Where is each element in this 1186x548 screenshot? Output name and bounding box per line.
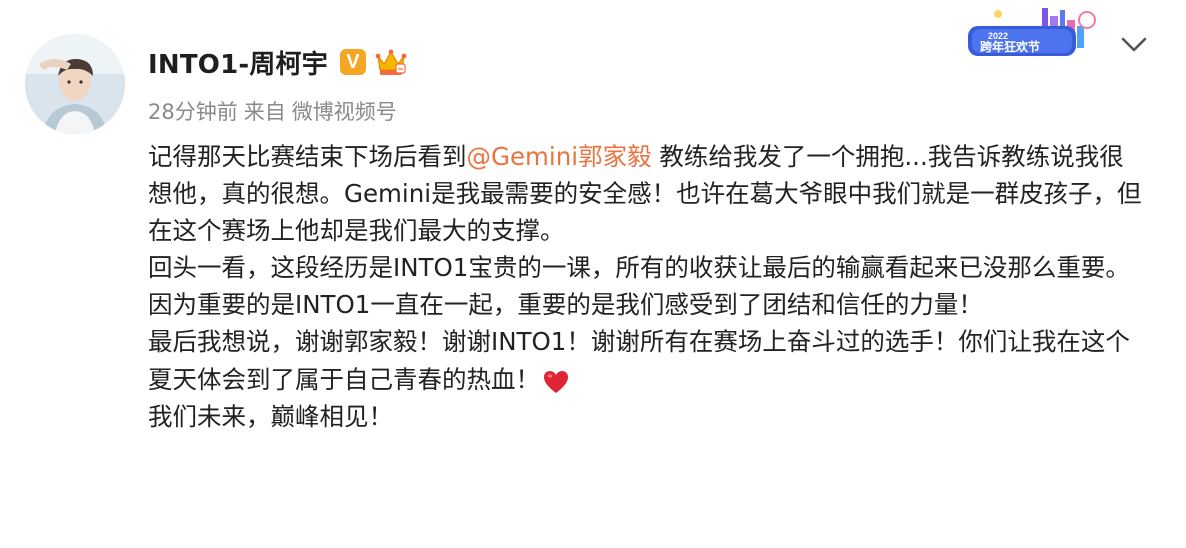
- chevron-down-icon[interactable]: [1118, 30, 1150, 58]
- post-source[interactable]: 微博视频号: [292, 96, 397, 126]
- post-content: 记得那天比赛结束下场后看到@Gemini郭家毅 教练给我发了一个拥抱...我告诉…: [148, 138, 1148, 435]
- verified-badge[interactable]: V: [339, 49, 366, 75]
- weibo-post-card: INTO1-周柯宇 V 28分钟前 来自 微博视频号 2022 跨年狂欢节 记得…: [0, 0, 1186, 548]
- content-paragraph-4: 我们未来，巅峰相见！: [148, 401, 393, 431]
- mention-link[interactable]: @Gemini郭家毅: [467, 142, 652, 171]
- content-paragraph-1: 记得那天比赛结束下场后看到@Gemini郭家毅 教练给我发了一个拥抱...我告诉…: [148, 138, 1148, 249]
- content-paragraph-3: 最后我想说，谢谢郭家毅！谢谢INTO1！谢谢所有在赛场上奋斗过的选手！你们让我在…: [148, 323, 1148, 397]
- content-text: 记得那天比赛结束下场后看到: [148, 142, 467, 171]
- avatar[interactable]: [25, 34, 125, 134]
- post-meta: 28分钟前 来自 微博视频号: [148, 96, 397, 126]
- post-time: 28分钟前: [148, 100, 238, 124]
- author-row: INTO1-周柯宇 V: [148, 42, 408, 82]
- content-paragraph-2: 回头一看，这段经历是INTO1宝贵的一课，所有的收获让最后的输赢看起来已没那么重…: [148, 253, 1130, 320]
- source-prefix: 来自: [243, 100, 286, 124]
- avatar-image: [25, 34, 125, 134]
- heart-icon: [542, 368, 570, 394]
- content-text: 最后我想说，谢谢郭家毅！谢谢INTO1！谢谢所有在赛场上奋斗过的选手！你们让我在…: [148, 327, 1130, 394]
- festival-badge[interactable]: 2022 跨年狂欢节: [968, 6, 1104, 60]
- crown-icon[interactable]: [374, 46, 408, 78]
- festival-text: 跨年狂欢节: [980, 39, 1040, 54]
- author-name[interactable]: INTO1-周柯宇: [148, 44, 328, 81]
